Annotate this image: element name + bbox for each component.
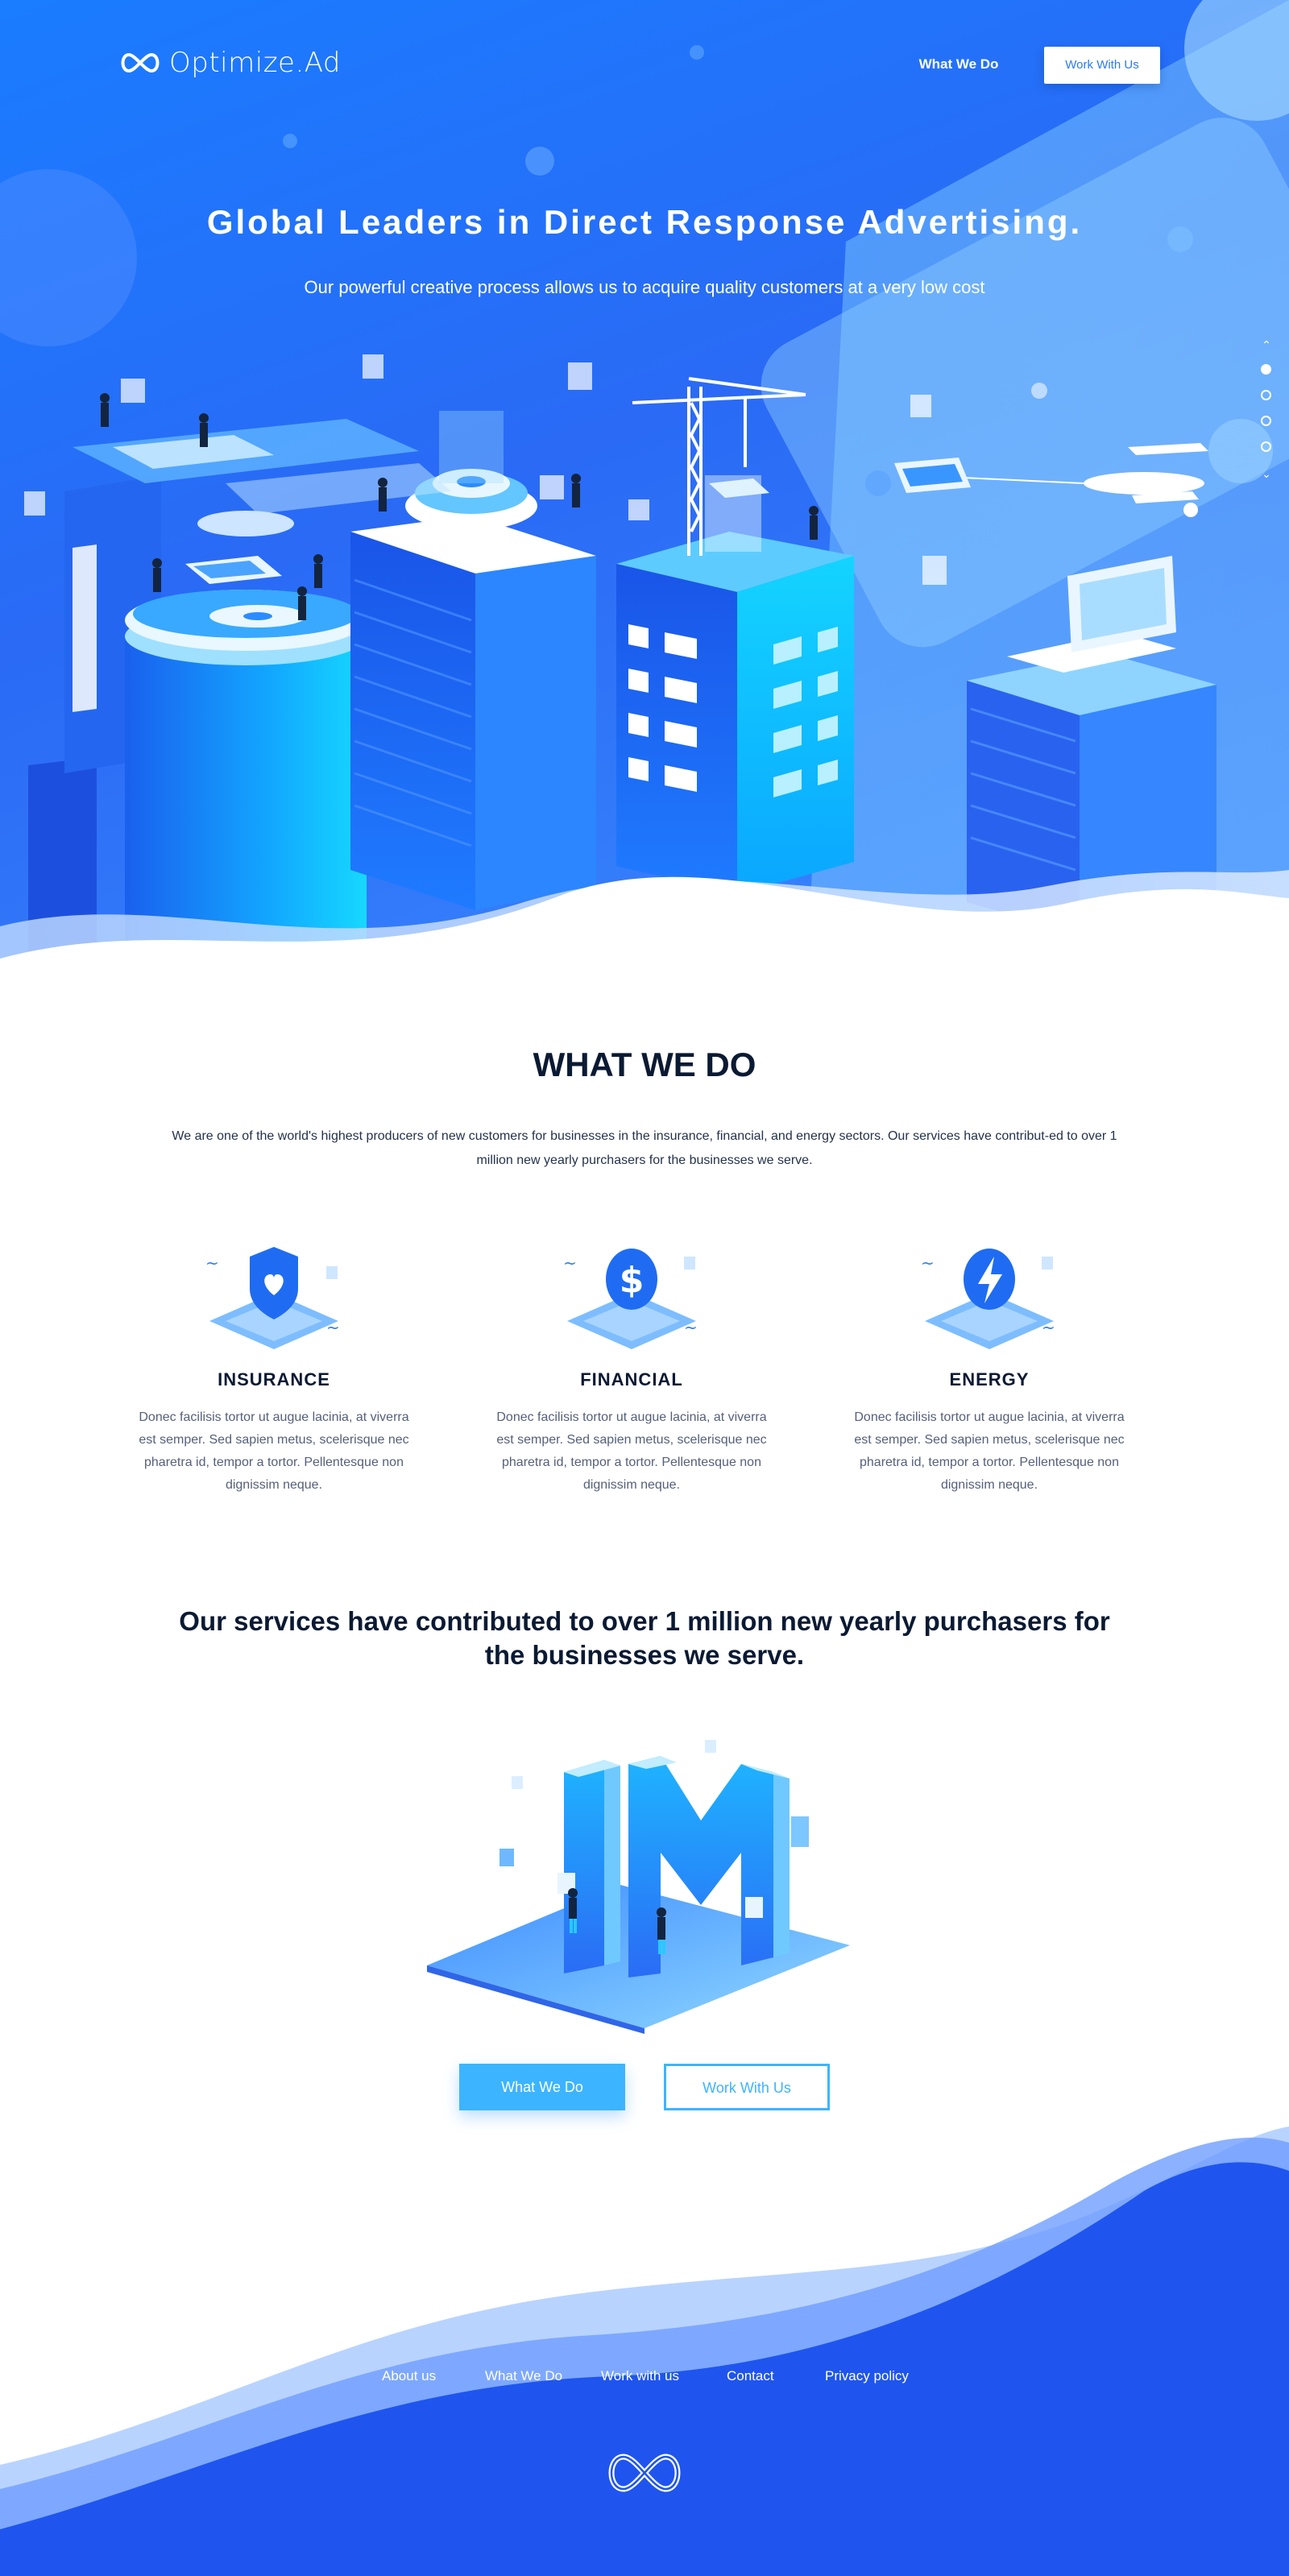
card-title: FINANCIAL: [580, 1369, 683, 1389]
svg-text:~: ~: [1042, 1318, 1055, 1337]
slide-pagination: ⌃ ⌄: [1258, 338, 1274, 483]
footer-nav: About us What We Do Work with us Contact…: [0, 2368, 1289, 2392]
infinity-logo-icon: [121, 52, 160, 73]
footer-link-about[interactable]: About us: [382, 2368, 436, 2384]
chevron-down-icon[interactable]: ⌄: [1260, 467, 1273, 480]
card-text: Donec facilisis tortor ut augue lacinia,…: [139, 1410, 409, 1492]
hero-section: Optimize.Ad What We Do Work With Us Glob…: [0, 0, 1289, 991]
footer-waves: [0, 2127, 1289, 2576]
slide-dot-4[interactable]: [1261, 441, 1271, 452]
card-title: INSURANCE: [218, 1369, 330, 1389]
hero-subtitle: Our powerful creative process allows us …: [304, 277, 985, 297]
card-text: Donec facilisis tortor ut augue lacinia,…: [854, 1410, 1125, 1492]
logo-text: Optimize.Ad: [169, 47, 342, 79]
slide-dot-3[interactable]: [1261, 416, 1271, 426]
what-we-do-title: WHAT WE DO: [533, 1046, 756, 1083]
footer-link-what-we-do[interactable]: What We Do: [485, 2368, 562, 2384]
svg-text:~: ~: [563, 1253, 577, 1273]
footer-link-privacy[interactable]: Privacy policy: [825, 2368, 909, 2384]
svg-text:~: ~: [921, 1253, 935, 1273]
svg-text:~: ~: [684, 1318, 698, 1337]
footer-link-contact[interactable]: Contact: [727, 2368, 774, 2384]
svg-text:$: $: [620, 1260, 644, 1301]
card-title: ENERGY: [949, 1369, 1030, 1389]
svg-text:~: ~: [205, 1253, 219, 1273]
shield-heart-icon: ~ ~: [205, 1247, 340, 1349]
footer-link-work-with-us[interactable]: Work with us: [601, 2368, 679, 2384]
hero-illustration: [0, 0, 1289, 991]
infinity-logo-icon[interactable]: [603, 2449, 686, 2497]
slide-dot-2[interactable]: [1261, 390, 1271, 400]
chevron-up-icon[interactable]: ⌃: [1260, 338, 1273, 351]
brand-logo[interactable]: Optimize.Ad: [118, 47, 341, 79]
card-text: Donec facilisis tortor ut augue lacinia,…: [496, 1410, 767, 1492]
dollar-coin-icon: $ ~ ~: [563, 1249, 698, 1349]
slide-dot-1[interactable]: [1261, 364, 1271, 375]
million-title: Our services have contributed to over 1 …: [179, 1606, 1110, 1670]
one-million-illustration: [427, 1740, 850, 2034]
hero-title: Global Leaders in Direct Response Advert…: [206, 203, 1083, 241]
svg-text:~: ~: [326, 1318, 340, 1337]
nav-what-we-do[interactable]: What We Do: [894, 48, 1023, 81]
nav-work-with-us-button[interactable]: Work With Us: [1044, 47, 1160, 84]
what-we-do-intro: We are one of the world's highest produc…: [172, 1129, 1117, 1167]
lightning-icon: ~ ~: [921, 1249, 1055, 1349]
